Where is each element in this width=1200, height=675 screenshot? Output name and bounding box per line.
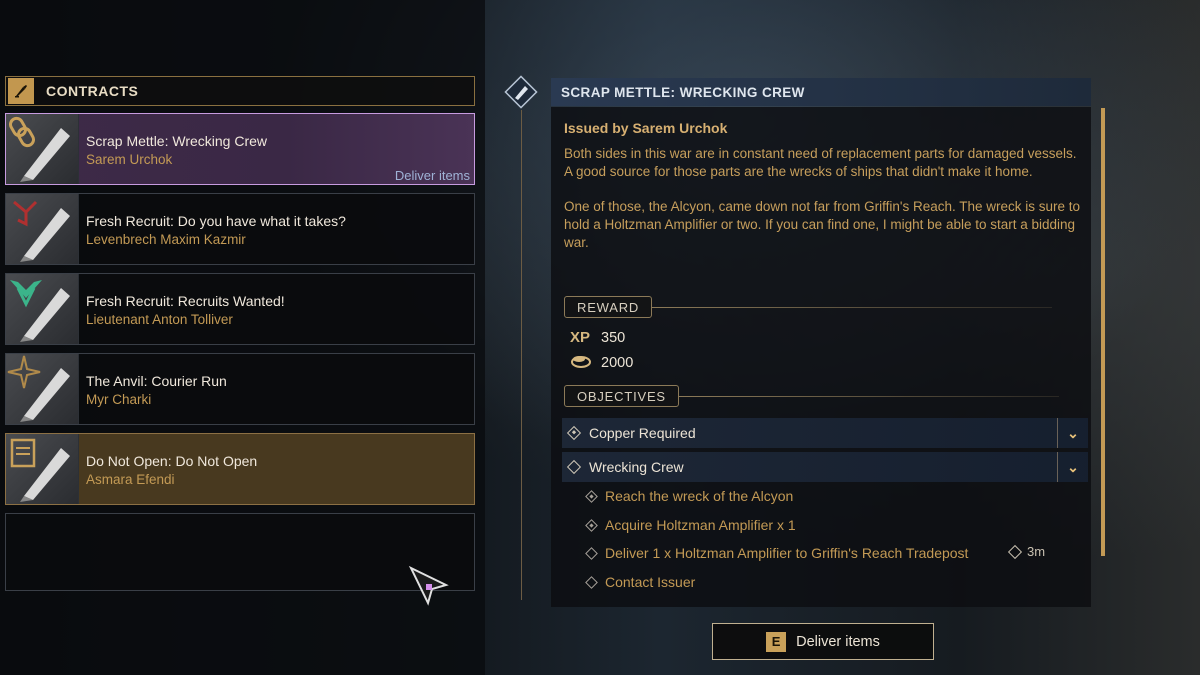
contract-issuer: Asmara Efendi: [86, 472, 175, 487]
reward-value: 350: [601, 329, 626, 346]
contract-item-scrap-mettle[interactable]: Scrap Mettle: Wrecking Crew Sarem Urchok…: [5, 113, 475, 185]
contract-item-fresh-recruit-2[interactable]: Fresh Recruit: Recruits Wanted! Lieutena…: [5, 273, 475, 345]
chain-link-icon: [6, 114, 79, 184]
deliver-items-tag: Deliver items: [394, 168, 470, 183]
empty-contract-slot: [5, 513, 475, 591]
contract-title: The Anvil: Courier Run: [86, 373, 227, 389]
reward-currency: 2000: [570, 353, 633, 373]
objective-incomplete-icon: [585, 575, 598, 589]
contracts-header: CONTRACTS: [5, 76, 475, 106]
contract-issuer: Myr Charki: [86, 392, 152, 407]
objective-label: Copper Required: [589, 425, 696, 441]
contract-list: Scrap Mettle: Wrecking Crew Sarem Urchok…: [5, 113, 475, 591]
sub-objective-label: Contact Issuer: [605, 574, 696, 590]
objective-complete-icon: [585, 518, 598, 532]
objective-wrecking-crew[interactable]: Wrecking Crew ⌄: [562, 452, 1088, 482]
reward-section-label: REWARD: [564, 296, 1053, 318]
sub-objective-label: Acquire Holtzman Amplifier x 1: [605, 517, 796, 533]
objective-complete-icon: [566, 425, 582, 441]
contract-issuer: Lieutenant Anton Tolliver: [86, 312, 233, 327]
contracts-title: CONTRACTS: [46, 83, 139, 99]
contract-item-fresh-recruit-1[interactable]: Fresh Recruit: Do you have what it takes…: [5, 193, 475, 265]
contract-issuer: Levenbrech Maxim Kazmir: [86, 232, 246, 247]
objective-copper-required[interactable]: Copper Required ⌄: [562, 418, 1088, 448]
timer-value: 3m: [1027, 544, 1046, 559]
detail-title: SCRAP METTLE: WRECKING CREW: [561, 84, 805, 100]
description-paragraph: One of those, the Alcyon, came down not …: [564, 199, 1081, 250]
sub-objective: Acquire Holtzman Amplifier x 1: [585, 515, 796, 535]
reward-value: 2000: [601, 355, 634, 371]
sub-objective: Reach the wreck of the Alcyon: [585, 486, 794, 506]
quill-pen-icon: [8, 78, 34, 104]
issued-by: Issued by Sarem Urchok: [564, 120, 728, 136]
deliver-items-label: Deliver items: [796, 633, 880, 650]
contract-title: Scrap Mettle: Wrecking Crew: [86, 133, 268, 149]
contract-title: Fresh Recruit: Recruits Wanted!: [86, 293, 285, 309]
reward-xp: XP 350: [570, 329, 625, 346]
red-hook-icon: [6, 194, 79, 264]
reward-rule: [652, 306, 1053, 308]
sub-objective: Contact Issuer: [585, 572, 696, 592]
objective-incomplete-icon: [566, 459, 582, 475]
sub-objective-label: Reach the wreck of the Alcyon: [605, 488, 794, 504]
objectives-section-label: OBJECTIVES: [564, 385, 1059, 407]
sub-objective-label: Deliver 1 x Holtzman Amplifier to Griffi…: [605, 545, 969, 561]
objective-complete-icon: [585, 489, 598, 503]
timer-icon: [1007, 544, 1023, 559]
contract-issuer: Sarem Urchok: [86, 152, 173, 167]
xp-icon: XP: [570, 329, 591, 346]
contract-item-do-not-open[interactable]: Do Not Open: Do Not Open Asmara Efendi: [5, 433, 475, 505]
objective-incomplete-icon: [585, 546, 598, 560]
quill-diamond-icon: [503, 74, 539, 110]
contract-description: Both sides in this war are in constant n…: [564, 145, 1084, 270]
detail-header: SCRAP METTLE: WRECKING CREW: [551, 78, 1091, 106]
reward-label: REWARD: [564, 296, 653, 318]
chevron-down-icon[interactable]: ⌄: [1057, 452, 1088, 482]
currency-icon: [570, 353, 594, 373]
mouse-cursor-icon: [408, 565, 452, 607]
deliver-items-button[interactable]: E Deliver items: [712, 623, 934, 660]
description-paragraph: Both sides in this war are in constant n…: [564, 146, 1077, 179]
contract-title: Do Not Open: Do Not Open: [86, 453, 258, 469]
detail-scrollbar[interactable]: [1101, 108, 1105, 556]
objectives-label: OBJECTIVES: [564, 385, 679, 407]
contract-item-the-anvil[interactable]: The Anvil: Courier Run Myr Charki: [5, 353, 475, 425]
contract-title: Fresh Recruit: Do you have what it takes…: [86, 213, 346, 229]
objective-timer: 3m: [1007, 544, 1046, 559]
keybind-e: E: [766, 631, 787, 652]
sub-objective: Deliver 1 x Holtzman Amplifier to Griffi…: [585, 543, 969, 563]
green-wings-icon: [6, 274, 79, 344]
detail-divider: [521, 110, 522, 600]
objectives-rule: [678, 395, 1059, 397]
objective-label: Wrecking Crew: [589, 459, 684, 475]
compass-star-icon: [6, 354, 79, 424]
document-icon: [6, 434, 79, 504]
chevron-down-icon[interactable]: ⌄: [1057, 418, 1088, 448]
